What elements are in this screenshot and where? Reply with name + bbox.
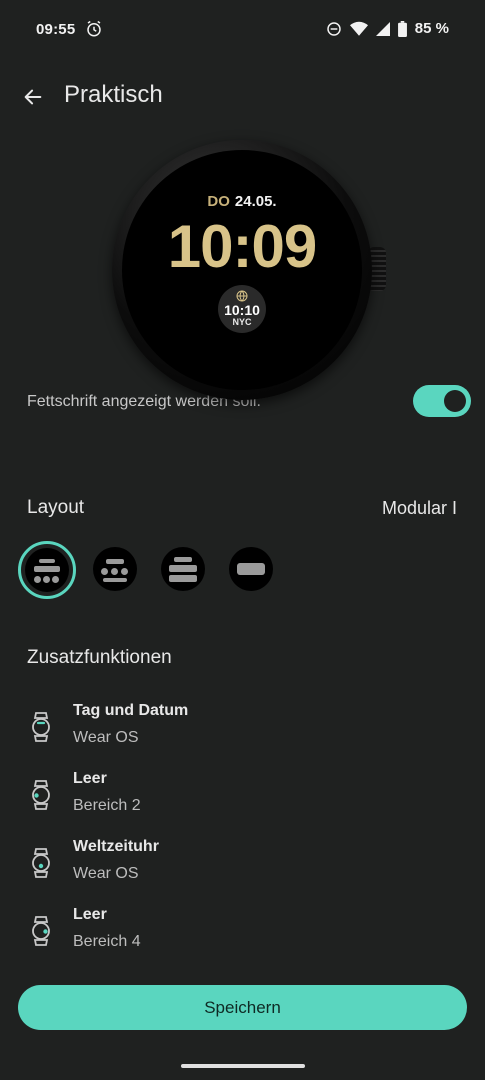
- complication-subtitle: Wear OS: [73, 729, 139, 746]
- watch-day: DO: [207, 193, 230, 210]
- watch-time: 10:09: [167, 213, 317, 280]
- page-title: Praktisch: [64, 81, 163, 108]
- watch-face: DO 24.05. 10:09 10:10 NYC: [122, 150, 362, 390]
- complications-label: Zusatzfunktionen: [27, 647, 172, 668]
- complication-subtitle: Wear OS: [73, 865, 139, 882]
- globe-icon: [236, 290, 248, 302]
- do-not-disturb-icon: [327, 21, 341, 36]
- layout-dot: [43, 576, 50, 583]
- toggle-knob: [444, 390, 466, 412]
- layout-bar: [169, 565, 197, 572]
- layout-dot: [101, 568, 108, 575]
- layout-dot: [121, 568, 128, 575]
- save-button[interactable]: Speichern: [18, 985, 467, 1030]
- watch-complication-bottom-icon: [32, 848, 50, 878]
- watch-date-number: 24.05.: [234, 193, 277, 210]
- complication-title: Leer: [73, 770, 107, 787]
- layout-value: Modular I: [381, 498, 457, 518]
- layout-options: [18, 541, 318, 599]
- complication-title: Leer: [73, 906, 107, 923]
- complication-item-world-clock[interactable]: Weltzeituhr Wear OS: [0, 838, 485, 906]
- alarm-icon: [87, 20, 101, 37]
- layout-bar: [103, 578, 127, 582]
- wifi-icon: [349, 21, 368, 36]
- layout-label: Layout: [27, 497, 85, 518]
- watch-complication-left-icon: [32, 780, 50, 810]
- layout-preview: [25, 548, 69, 592]
- layout-option-modular-1[interactable]: [18, 541, 76, 599]
- world-clock-city: NYC: [232, 317, 252, 327]
- status-time: 09:55: [36, 21, 76, 38]
- bold-font-toggle[interactable]: [413, 385, 471, 417]
- complication-item-day-date[interactable]: Tag und Datum Wear OS: [0, 702, 485, 770]
- arrow-back-icon: [24, 89, 42, 105]
- home-indicator[interactable]: [181, 1064, 305, 1068]
- status-bar: 09:55 85 %: [0, 0, 485, 60]
- watch-bezel: DO 24.05. 10:09 10:10 NYC: [112, 140, 372, 400]
- watch-complication-right-icon: [32, 916, 50, 946]
- layout-option-modular-2[interactable]: [93, 547, 137, 591]
- layout-bar: [174, 557, 192, 562]
- layout-dot: [52, 576, 59, 583]
- layout-bar: [39, 559, 55, 563]
- complication-item-area-4[interactable]: Leer Bereich 4: [0, 906, 485, 974]
- layout-bar: [237, 563, 265, 575]
- layout-option-minimal[interactable]: [229, 547, 273, 591]
- world-clock-complication: 10:10 NYC: [218, 285, 266, 333]
- complication-subtitle: Bereich 2: [73, 797, 141, 814]
- battery-icon: [397, 20, 407, 37]
- status-icons: 85 %: [326, 20, 449, 37]
- layout-option-modular-3[interactable]: [161, 547, 205, 591]
- complication-item-area-2[interactable]: Leer Bereich 2: [0, 770, 485, 838]
- watch-complication-top-icon: [32, 712, 50, 742]
- world-clock-time: 10:10: [224, 302, 260, 318]
- layout-dot: [34, 576, 41, 583]
- layout-bar: [169, 575, 197, 582]
- back-button[interactable]: [18, 82, 48, 112]
- complication-title: Tag und Datum: [73, 702, 189, 719]
- layout-bar: [34, 566, 60, 572]
- signal-icon: [375, 21, 390, 36]
- app-bar: Praktisch: [0, 60, 485, 130]
- complication-title: Weltzeituhr: [73, 838, 159, 855]
- watch-date: DO 24.05.: [122, 193, 362, 210]
- complication-subtitle: Bereich 4: [73, 933, 141, 950]
- layout-bar: [106, 559, 124, 564]
- layout-dot: [111, 568, 118, 575]
- watch-preview: DO 24.05. 10:09 10:10 NYC: [112, 140, 390, 400]
- battery-percentage: 85 %: [414, 20, 449, 37]
